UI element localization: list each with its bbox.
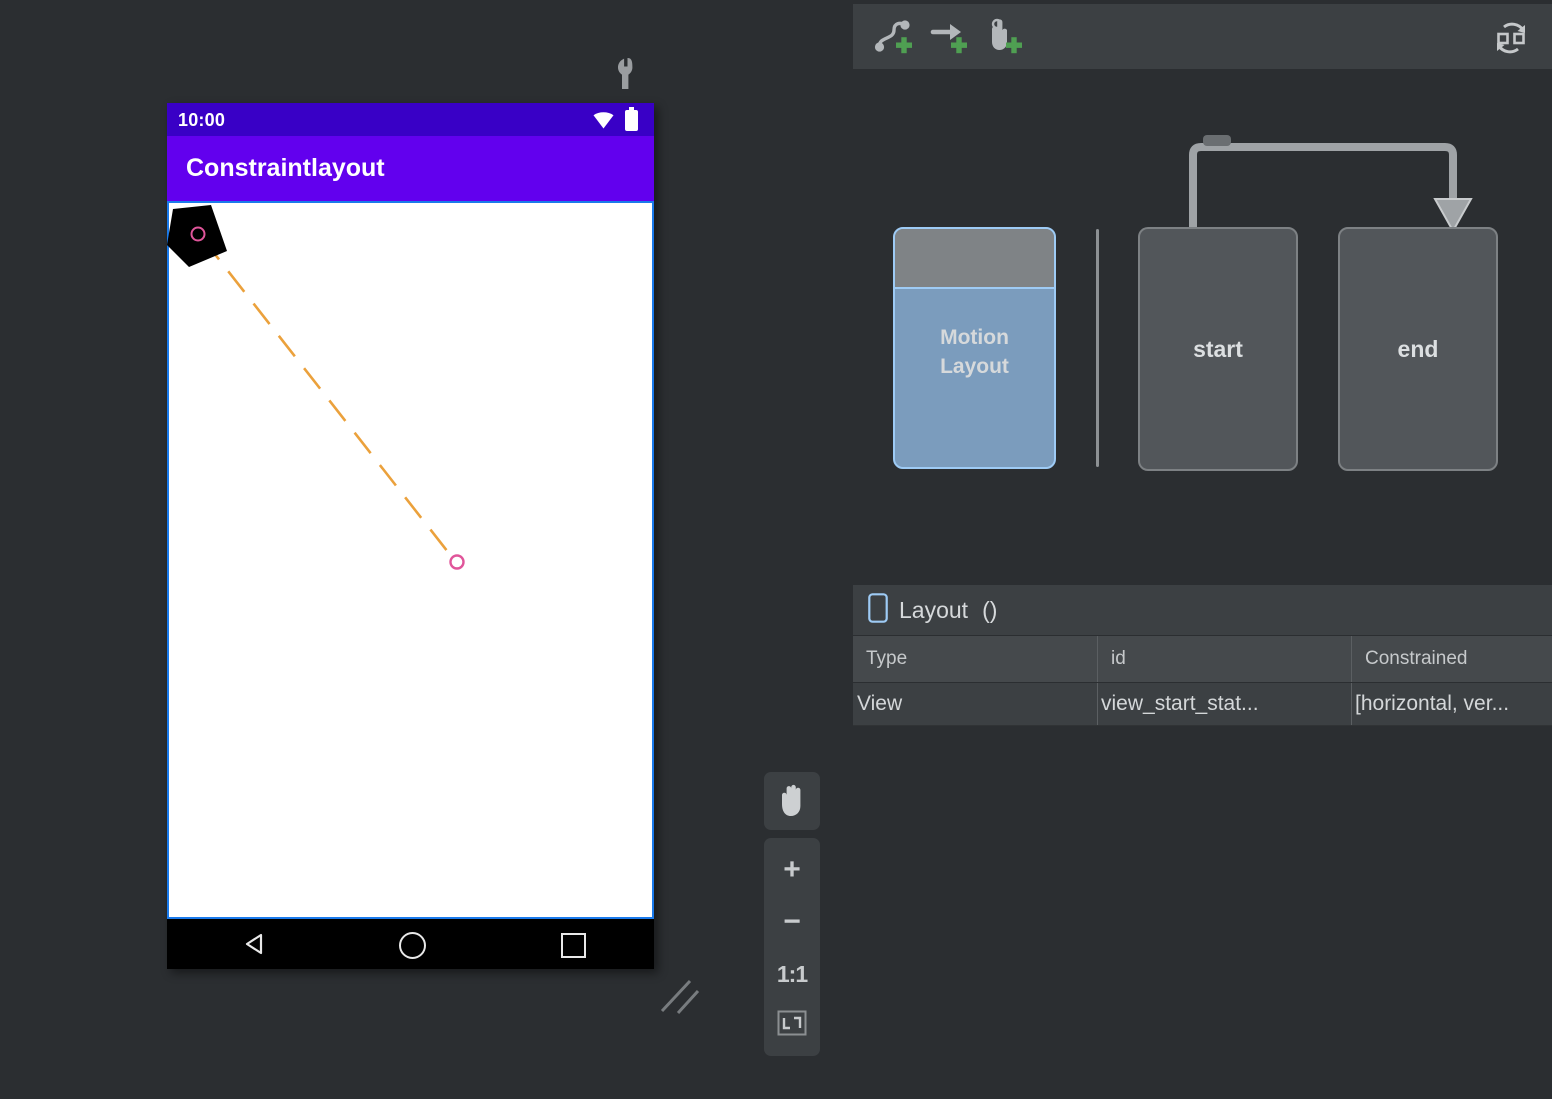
motion-editor-panel: Motion Layout start end Layout () Typ	[853, 0, 1552, 1098]
device-status-bar: 10:00	[167, 103, 654, 136]
motionlayout-card[interactable]: Motion Layout	[893, 227, 1056, 469]
cell-id: view_start_stat...	[1098, 683, 1352, 726]
circle-home-icon[interactable]	[399, 932, 426, 959]
cell-type: View	[853, 683, 1098, 726]
motionlayout-card-header	[895, 229, 1054, 289]
motionlayout-card-label: Motion Layout	[895, 323, 1054, 382]
pan-tool-button[interactable]	[764, 772, 820, 830]
layout-table: Type id Constrained View view_start_stat…	[853, 636, 1552, 726]
layout-panel-parenthetical: ()	[982, 597, 997, 624]
zoom-fit-button[interactable]	[764, 1000, 820, 1046]
add-constraintset-icon[interactable]	[929, 18, 971, 61]
motion-canvas: Motion Layout start end	[853, 69, 1552, 581]
layout-panel: Layout () Type id Constrained View view_…	[853, 584, 1552, 1099]
column-header-type[interactable]: Type	[853, 636, 1098, 683]
status-bar-time: 10:00	[178, 110, 225, 131]
phone-icon	[868, 593, 888, 628]
convert-to-motionlayout-icon[interactable]	[1492, 20, 1530, 61]
device-app-bar: Constraintlayout	[167, 136, 654, 201]
zoom-out-button[interactable]: −	[764, 896, 820, 948]
android-studio-motion-editor: 10:00 Constraintlayout	[0, 0, 1552, 1098]
wrench-icon[interactable]	[612, 56, 644, 92]
motion-editor-toolbar	[853, 4, 1552, 69]
zoom-controls: + − 1:1	[764, 772, 820, 1056]
layout-content-area[interactable]	[167, 201, 654, 919]
wifi-icon	[593, 112, 614, 134]
resize-grip[interactable]	[660, 975, 704, 1024]
zoom-in-button[interactable]: +	[764, 844, 820, 896]
layout-panel-header: Layout ()	[853, 585, 1552, 636]
zoom-button-stack: + − 1:1	[764, 838, 820, 1056]
add-transition-icon[interactable]	[874, 18, 916, 61]
state-card-end[interactable]: end	[1338, 227, 1498, 471]
device-nav-bar	[167, 919, 654, 969]
transition-arrow[interactable]	[1183, 135, 1473, 240]
app-bar-title: Constraintlayout	[186, 154, 385, 183]
design-surface-panel: 10:00 Constraintlayout	[0, 0, 853, 1098]
table-header-row: Type id Constrained	[853, 636, 1552, 683]
layout-panel-title: Layout	[899, 597, 968, 624]
state-card-start[interactable]: start	[1138, 227, 1298, 471]
column-header-constrained[interactable]: Constrained	[1352, 636, 1552, 683]
device-preview-frame[interactable]: 10:00 Constraintlayout	[167, 103, 654, 969]
battery-icon	[625, 110, 638, 131]
column-header-id[interactable]: id	[1098, 636, 1352, 683]
triangle-back-icon[interactable]	[243, 932, 267, 961]
zoom-actual-size-button[interactable]: 1:1	[764, 948, 820, 1000]
square-recents-icon[interactable]	[561, 933, 586, 958]
transition-handle	[1203, 135, 1231, 146]
table-row[interactable]: View view_start_stat... [horizontal, ver…	[853, 683, 1552, 726]
cell-constrained: [horizontal, ver...	[1352, 683, 1552, 726]
add-onclick-icon[interactable]	[984, 18, 1026, 61]
states-divider	[1096, 229, 1099, 467]
